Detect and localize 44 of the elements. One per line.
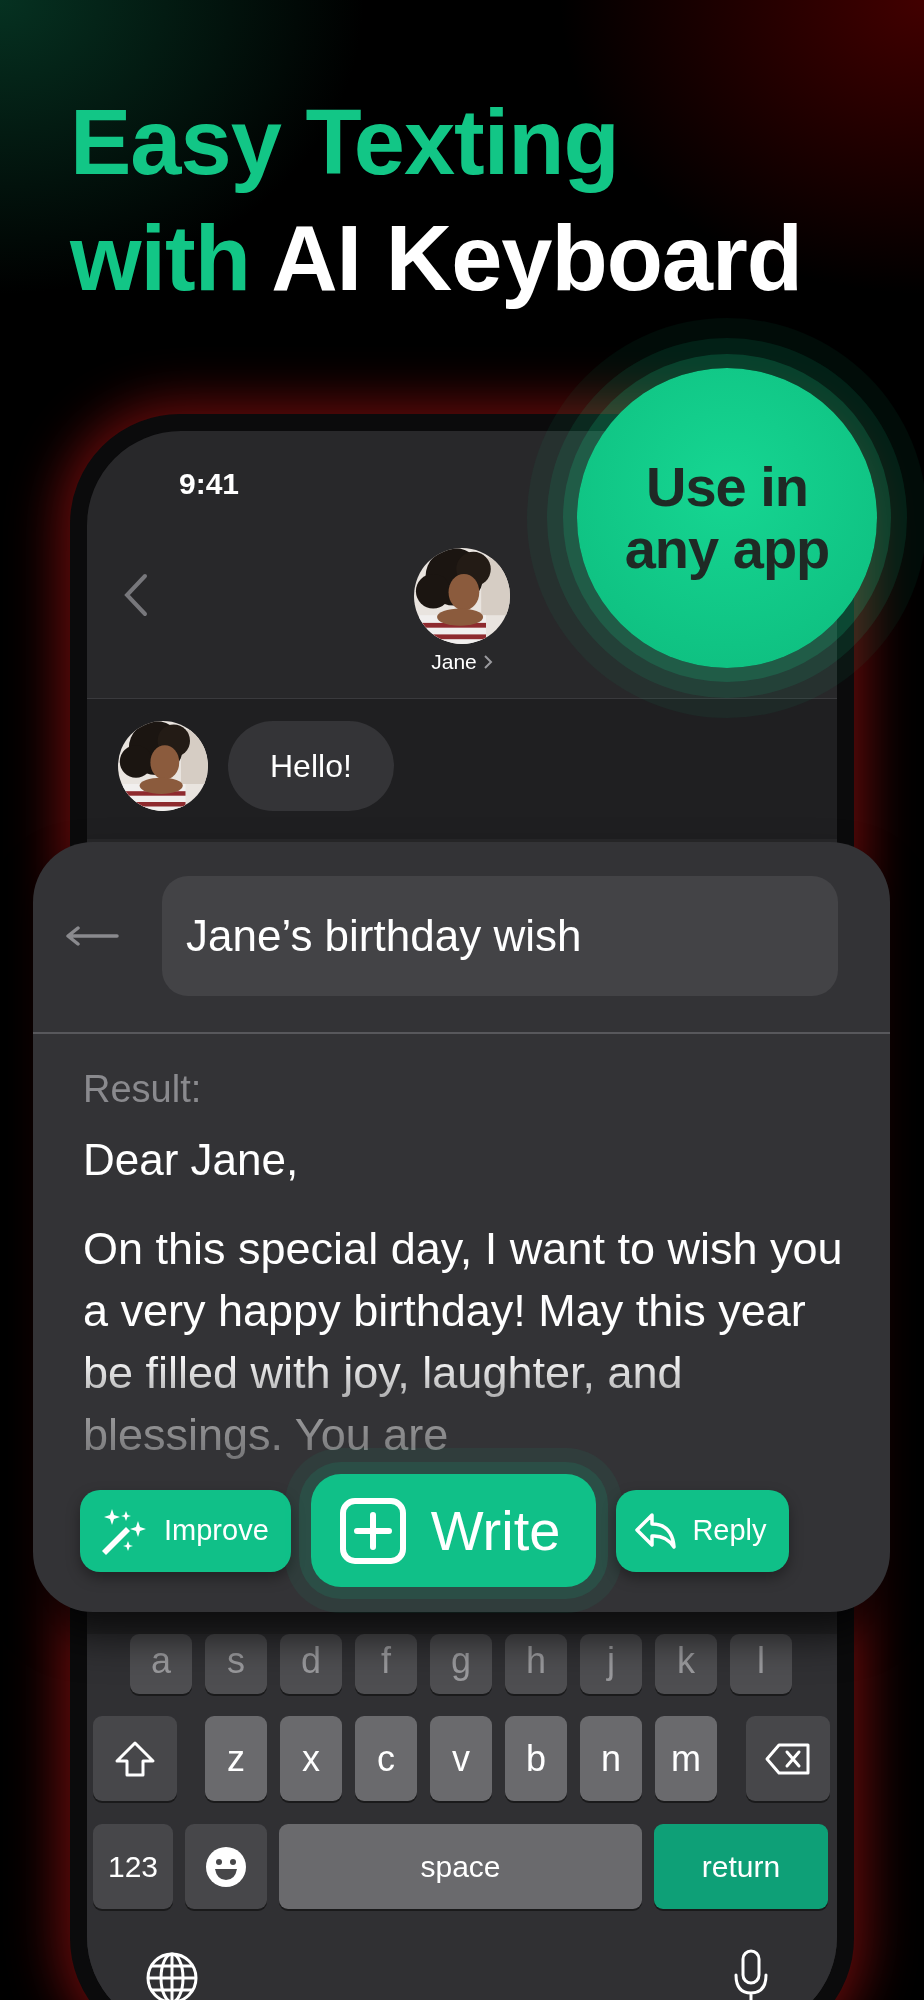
microphone-icon[interactable] <box>733 1949 769 2000</box>
status-time: 9:41 <box>179 467 240 501</box>
shift-icon <box>114 1739 156 1778</box>
prompt-field[interactable]: Jane’s birthday wish <box>162 876 838 996</box>
back-arrow-icon[interactable] <box>65 926 119 946</box>
letter-key[interactable]: b <box>505 1716 567 1801</box>
back-chevron-icon[interactable] <box>123 573 149 617</box>
plus-icon <box>338 1496 407 1565</box>
letter-key[interactable]: c <box>355 1716 417 1801</box>
improve-button[interactable]: Improve <box>80 1489 291 1572</box>
headline: Easy Texting with AI Keyboard <box>69 90 804 311</box>
shift-key[interactable] <box>93 1716 177 1801</box>
write-button[interactable]: Write <box>310 1474 597 1587</box>
result-greeting: Dear Jane, <box>83 1134 300 1186</box>
letter-key[interactable]: m <box>655 1716 717 1801</box>
letter-key[interactable]: n <box>580 1716 642 1801</box>
emoji-key[interactable] <box>185 1824 267 1909</box>
letter-key[interactable]: j <box>580 1634 642 1694</box>
reply-button[interactable]: Reply <box>616 1489 789 1572</box>
letter-key[interactable]: f <box>355 1634 417 1694</box>
return-key[interactable]: return <box>654 1824 828 1909</box>
letter-key[interactable]: d <box>280 1634 342 1694</box>
result-text: On this special day, I want to wish you a very happy birthday! May this year be filled with joy, laughter, and blessings. You are <box>83 1222 844 1462</box>
space-key[interactable]: space <box>279 1824 642 1909</box>
letter-key[interactable]: l <box>730 1634 792 1694</box>
letter-key[interactable]: x <box>280 1716 342 1801</box>
reply-icon <box>634 1511 679 1550</box>
letter-key[interactable]: h <box>505 1634 567 1694</box>
chevron-icon <box>482 654 493 670</box>
globe-icon[interactable] <box>145 1951 199 2000</box>
numbers-key[interactable]: 123 <box>93 1824 173 1909</box>
letter-key[interactable]: g <box>430 1634 492 1694</box>
letter-key[interactable]: k <box>655 1634 717 1694</box>
delete-icon <box>764 1741 812 1776</box>
contact-name[interactable]: Jane <box>431 650 493 674</box>
letter-key[interactable]: a <box>130 1634 192 1694</box>
badge: Use in any app <box>577 368 877 668</box>
letter-key[interactable]: v <box>430 1716 492 1801</box>
delete-key[interactable] <box>746 1716 830 1801</box>
message-bubble: Hello! <box>228 721 394 811</box>
result-label: Result: <box>83 1067 203 1112</box>
emoji-icon <box>205 1845 247 1888</box>
letter-key[interactable]: s <box>205 1634 267 1694</box>
letter-key[interactable]: z <box>205 1716 267 1801</box>
